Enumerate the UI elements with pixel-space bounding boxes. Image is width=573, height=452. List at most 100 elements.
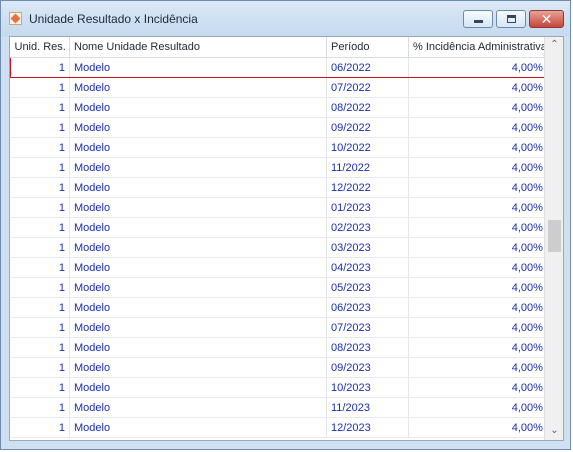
- cell-incidencia[interactable]: 4,00%: [408, 197, 548, 218]
- cell-nome[interactable]: Modelo: [69, 97, 327, 118]
- table-row[interactable]: 1 Modelo 08/2022 4,00%: [10, 97, 548, 118]
- cell-incidencia[interactable]: 4,00%: [408, 57, 548, 78]
- title-bar[interactable]: Unidade Resultado x Incidência ✕: [1, 1, 570, 37]
- cell-unid[interactable]: 1: [10, 157, 70, 178]
- cell-incidencia[interactable]: 4,00%: [408, 97, 548, 118]
- cell-unid[interactable]: 1: [10, 117, 70, 138]
- cell-unid[interactable]: 1: [10, 357, 70, 378]
- cell-incidencia[interactable]: 4,00%: [408, 377, 548, 398]
- cell-incidencia[interactable]: 4,00%: [408, 277, 548, 298]
- minimize-button[interactable]: [463, 10, 493, 28]
- cell-unid[interactable]: 1: [10, 277, 70, 298]
- cell-periodo[interactable]: 05/2023: [326, 277, 409, 298]
- cell-periodo[interactable]: 02/2023: [326, 217, 409, 238]
- cell-periodo[interactable]: 09/2022: [326, 117, 409, 138]
- cell-incidencia[interactable]: 4,00%: [408, 417, 548, 438]
- cell-unid[interactable]: 1: [10, 97, 70, 118]
- scroll-up-icon[interactable]: ⌃: [545, 37, 563, 53]
- cell-incidencia[interactable]: 4,00%: [408, 77, 548, 98]
- cell-incidencia[interactable]: 4,00%: [408, 217, 548, 238]
- table-row[interactable]: 1 Modelo 06/2023 4,00%: [10, 297, 548, 318]
- cell-unid[interactable]: 1: [10, 137, 70, 158]
- cell-unid[interactable]: 1: [10, 397, 70, 418]
- cell-nome[interactable]: Modelo: [69, 237, 327, 258]
- cell-unid[interactable]: 1: [10, 237, 70, 258]
- cell-incidencia[interactable]: 4,00%: [408, 257, 548, 278]
- cell-unid[interactable]: 1: [10, 257, 70, 278]
- table-row[interactable]: 1 Modelo 07/2023 4,00%: [10, 317, 548, 338]
- table-row[interactable]: 1 Modelo 12/2022 4,00%: [10, 177, 548, 198]
- table-row[interactable]: 1 Modelo 05/2023 4,00%: [10, 277, 548, 298]
- cell-periodo[interactable]: 06/2023: [326, 297, 409, 318]
- cell-nome[interactable]: Modelo: [69, 77, 327, 98]
- table-row[interactable]: 1 Modelo 12/2023 4,00%: [10, 417, 548, 438]
- cell-unid[interactable]: 1: [10, 177, 70, 198]
- cell-periodo[interactable]: 12/2023: [326, 417, 409, 438]
- cell-periodo[interactable]: 07/2023: [326, 317, 409, 338]
- cell-periodo[interactable]: 11/2023: [326, 397, 409, 418]
- cell-unid[interactable]: 1: [10, 337, 70, 358]
- cell-periodo[interactable]: 11/2022: [326, 157, 409, 178]
- cell-periodo[interactable]: 04/2023: [326, 257, 409, 278]
- incidence-grid[interactable]: Unid. Res. Nome Unidade Resultado Períod…: [9, 36, 564, 441]
- cell-nome[interactable]: Modelo: [69, 157, 327, 178]
- cell-nome[interactable]: Modelo: [69, 277, 327, 298]
- cell-unid[interactable]: 1: [10, 317, 70, 338]
- cell-unid[interactable]: 1: [10, 417, 70, 438]
- table-row[interactable]: 1 Modelo 08/2023 4,00%: [10, 337, 548, 358]
- cell-incidencia[interactable]: 4,00%: [408, 337, 548, 358]
- maximize-button[interactable]: [496, 10, 526, 28]
- cell-periodo[interactable]: 08/2023: [326, 337, 409, 358]
- close-button[interactable]: ✕: [529, 10, 564, 28]
- cell-incidencia[interactable]: 4,00%: [408, 317, 548, 338]
- cell-periodo[interactable]: 09/2023: [326, 357, 409, 378]
- table-row[interactable]: 1 Modelo 09/2023 4,00%: [10, 357, 548, 378]
- cell-unid[interactable]: 1: [10, 297, 70, 318]
- column-header-unid[interactable]: Unid. Res.: [10, 37, 70, 58]
- cell-nome[interactable]: Modelo: [69, 257, 327, 278]
- cell-nome[interactable]: Modelo: [69, 417, 327, 438]
- table-row[interactable]: 1 Modelo 07/2022 4,00%: [10, 77, 548, 98]
- cell-unid[interactable]: 1: [10, 197, 70, 218]
- vertical-scrollbar[interactable]: ⌃ ⌄: [544, 37, 563, 440]
- cell-periodo[interactable]: 10/2023: [326, 377, 409, 398]
- cell-unid[interactable]: 1: [10, 377, 70, 398]
- cell-incidencia[interactable]: 4,00%: [408, 117, 548, 138]
- table-row[interactable]: 1 Modelo 02/2023 4,00%: [10, 217, 548, 238]
- cell-incidencia[interactable]: 4,00%: [408, 157, 548, 178]
- cell-nome[interactable]: Modelo: [69, 397, 327, 418]
- cell-unid[interactable]: 1: [10, 77, 70, 98]
- cell-nome[interactable]: Modelo: [69, 57, 327, 78]
- cell-periodo[interactable]: 03/2023: [326, 237, 409, 258]
- table-row[interactable]: 1 Modelo 03/2023 4,00%: [10, 237, 548, 258]
- cell-unid[interactable]: 1: [10, 217, 70, 238]
- cell-periodo[interactable]: 01/2023: [326, 197, 409, 218]
- cell-periodo[interactable]: 06/2022: [326, 57, 409, 78]
- cell-incidencia[interactable]: 4,00%: [408, 397, 548, 418]
- scroll-down-icon[interactable]: ⌄: [545, 423, 563, 439]
- table-row[interactable]: 1 Modelo 10/2022 4,00%: [10, 137, 548, 158]
- table-row[interactable]: 1 Modelo 11/2023 4,00%: [10, 397, 548, 418]
- cell-nome[interactable]: Modelo: [69, 177, 327, 198]
- cell-nome[interactable]: Modelo: [69, 117, 327, 138]
- cell-incidencia[interactable]: 4,00%: [408, 177, 548, 198]
- cell-incidencia[interactable]: 4,00%: [408, 237, 548, 258]
- table-row[interactable]: 1 Modelo 04/2023 4,00%: [10, 257, 548, 278]
- table-row[interactable]: 1 Modelo 06/2022 4,00%: [10, 57, 548, 78]
- cell-periodo[interactable]: 08/2022: [326, 97, 409, 118]
- cell-periodo[interactable]: 10/2022: [326, 137, 409, 158]
- cell-nome[interactable]: Modelo: [69, 217, 327, 238]
- scrollbar-thumb[interactable]: [548, 220, 561, 252]
- column-header-nome[interactable]: Nome Unidade Resultado: [69, 37, 327, 58]
- cell-nome[interactable]: Modelo: [69, 377, 327, 398]
- cell-nome[interactable]: Modelo: [69, 137, 327, 158]
- column-header-incidencia[interactable]: % Incidência Administrativa: [408, 37, 548, 58]
- cell-incidencia[interactable]: 4,00%: [408, 137, 548, 158]
- cell-incidencia[interactable]: 4,00%: [408, 357, 548, 378]
- cell-incidencia[interactable]: 4,00%: [408, 297, 548, 318]
- cell-nome[interactable]: Modelo: [69, 357, 327, 378]
- cell-periodo[interactable]: 12/2022: [326, 177, 409, 198]
- table-row[interactable]: 1 Modelo 01/2023 4,00%: [10, 197, 548, 218]
- table-row[interactable]: 1 Modelo 11/2022 4,00%: [10, 157, 548, 178]
- cell-unid[interactable]: 1: [10, 57, 70, 78]
